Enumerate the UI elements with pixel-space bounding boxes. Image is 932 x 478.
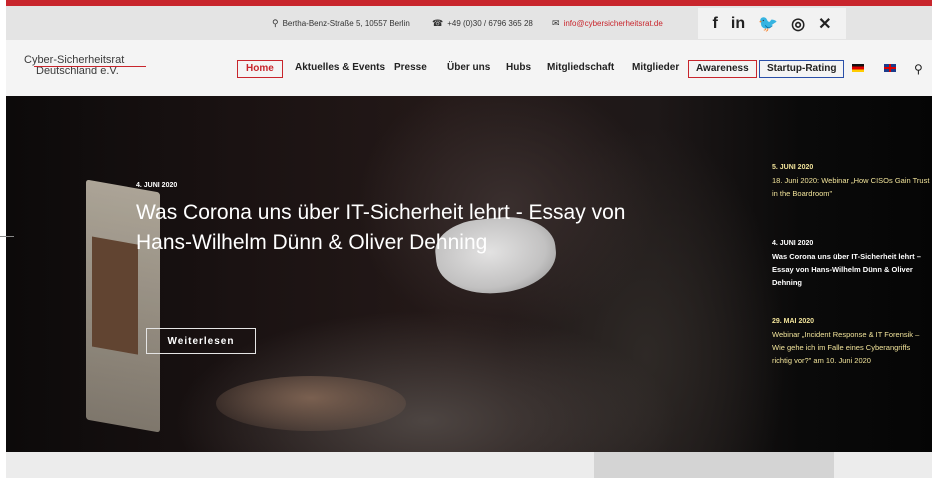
site-logo[interactable]: Cyber-Sicherheitsrat Deutschland e.V. — [24, 55, 146, 77]
envelope-icon: ✉ — [552, 17, 560, 28]
left-edge-marker — [0, 236, 14, 237]
hero-date: 4. JUNI 2020 — [136, 182, 178, 189]
side-post-date: 5. JUNI 2020 — [772, 164, 814, 171]
nav-mitglieder[interactable]: Mitglieder — [632, 60, 679, 78]
nav-startup-rating[interactable]: Startup-Rating — [759, 60, 845, 78]
twitter-icon[interactable]: 🐦 — [758, 14, 778, 34]
address-item: ⚲ Bertha-Benz-Straße 5, 10557 Berlin — [272, 6, 410, 40]
side-post-title[interactable]: 18. Juni 2020: Webinar „How CISOs Gain T… — [772, 174, 932, 200]
nav-ueber-uns[interactable]: Über uns — [447, 60, 490, 78]
nav-home[interactable]: Home — [237, 60, 283, 78]
hero-hands-image — [216, 376, 406, 431]
address-text: Bertha-Benz-Straße 5, 10557 Berlin — [282, 18, 410, 28]
side-post-title[interactable]: Was Corona uns über IT-Sicherheit lehrt … — [772, 250, 932, 289]
side-post[interactable]: 5. JUNI 2020 18. Juni 2020: Webinar „How… — [772, 164, 932, 200]
phone-item[interactable]: ☎ +49 (0)30 / 6796 365 28 — [432, 6, 533, 40]
uk-flag-icon[interactable] — [884, 64, 896, 72]
phone-icon: ☎ — [432, 17, 444, 28]
main-navbar: Cyber-Sicherheitsrat Deutschland e.V. Ho… — [6, 40, 932, 97]
location-pin-icon: ⚲ — [272, 17, 279, 28]
nav-presse[interactable]: Presse — [394, 60, 427, 78]
nav-awareness[interactable]: Awareness — [688, 60, 757, 78]
nav-hubs[interactable]: Hubs — [506, 60, 531, 78]
email-item[interactable]: ✉ info@cybersicherheitsrat.de — [552, 6, 663, 40]
search-icon[interactable]: ⚲ — [914, 62, 923, 76]
nav-mitgliedschaft[interactable]: Mitgliedschaft — [547, 60, 614, 78]
hero-title[interactable]: Was Corona uns über IT-Sicherheit lehrt … — [136, 198, 656, 258]
read-more-button[interactable]: Weiterlesen — [146, 328, 256, 354]
logo-line-2: Deutschland e.V. — [36, 65, 119, 77]
linkedin-icon[interactable]: in — [731, 15, 745, 33]
side-post-active[interactable]: 4. JUNI 2020 Was Corona uns über IT-Sich… — [772, 240, 932, 289]
social-links: f in 🐦 ◎ ✕ — [698, 8, 846, 39]
page: ⚲ Bertha-Benz-Straße 5, 10557 Berlin ☎ +… — [6, 0, 932, 478]
hero-slider: 4. JUNI 2020 Was Corona uns über IT-Sich… — [6, 96, 932, 452]
content-teaser-box — [594, 452, 834, 478]
german-flag-icon[interactable] — [852, 64, 864, 72]
xing-icon[interactable]: ✕ — [818, 14, 831, 34]
side-post-date: 29. MAI 2020 — [772, 318, 815, 325]
phone-text[interactable]: +49 (0)30 / 6796 365 28 — [447, 19, 533, 28]
logo-rule — [34, 66, 146, 67]
nav-aktuelles-events[interactable]: Aktuelles & Events — [295, 60, 385, 78]
side-post[interactable]: 29. MAI 2020 Webinar „Incident Response … — [772, 318, 932, 367]
instagram-icon[interactable]: ◎ — [791, 14, 805, 34]
email-link[interactable]: info@cybersicherheitsrat.de — [564, 19, 663, 28]
side-post-title[interactable]: Webinar „Incident Response & IT Forensik… — [772, 328, 932, 367]
side-post-date: 4. JUNI 2020 — [772, 240, 814, 247]
contact-topbar: ⚲ Bertha-Benz-Straße 5, 10557 Berlin ☎ +… — [6, 6, 932, 40]
facebook-icon[interactable]: f — [713, 15, 718, 33]
